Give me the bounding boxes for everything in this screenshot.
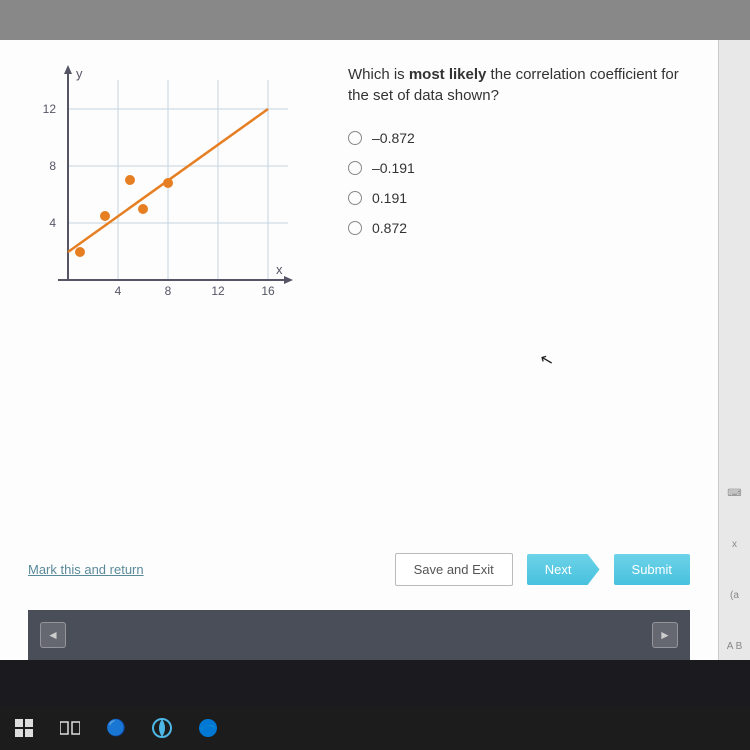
svg-text:8: 8 — [165, 284, 172, 298]
side-label-ab: A B — [727, 641, 743, 652]
question-area: y x 12 8 4 4 8 12 16 — [28, 60, 690, 535]
chart-svg: y x 12 8 4 4 8 12 16 — [28, 60, 308, 320]
data-point — [125, 175, 135, 185]
svg-text:4: 4 — [115, 284, 122, 298]
content-wrapper: y x 12 8 4 4 8 12 16 — [0, 40, 750, 660]
app-icon-2[interactable] — [150, 716, 174, 740]
y-axis-label: y — [76, 66, 83, 81]
option-label: 0.191 — [372, 190, 407, 206]
data-point — [75, 247, 85, 257]
task-view-icon[interactable] — [58, 716, 82, 740]
data-point — [100, 211, 110, 221]
answer-options: –0.872 –0.191 0.191 0.872 — [348, 130, 690, 236]
action-buttons: Save and Exit Next Submit — [395, 553, 690, 586]
option-b[interactable]: –0.191 — [348, 160, 690, 176]
option-d[interactable]: 0.872 — [348, 220, 690, 236]
app-icon-1[interactable]: 🔵 — [104, 716, 128, 740]
cursor-icon: ↖ — [538, 349, 556, 372]
svg-text:16: 16 — [261, 284, 275, 298]
option-label: –0.872 — [372, 130, 415, 146]
data-point — [163, 178, 173, 188]
side-label-x: x — [732, 539, 737, 550]
radio-icon — [348, 131, 362, 145]
radio-icon — [348, 221, 362, 235]
svg-text:8: 8 — [49, 159, 56, 173]
browser-toolbar — [0, 0, 750, 40]
side-keyboard-icon[interactable]: ⌨ — [727, 488, 741, 499]
nav-strip: ◄ ► — [28, 610, 690, 660]
main-panel: y x 12 8 4 4 8 12 16 — [0, 40, 718, 660]
right-side-panel: ⌨ x (a A B — [718, 40, 750, 660]
save-exit-button[interactable]: Save and Exit — [395, 553, 513, 586]
data-point — [138, 204, 148, 214]
side-label-a: (a — [730, 590, 739, 601]
option-label: 0.872 — [372, 220, 407, 236]
edge-icon[interactable] — [196, 716, 220, 740]
radio-icon — [348, 191, 362, 205]
next-button[interactable]: Next — [527, 554, 600, 585]
nav-next-button[interactable]: ► — [652, 622, 678, 648]
submit-button[interactable]: Submit — [614, 554, 690, 585]
option-a[interactable]: –0.872 — [348, 130, 690, 146]
option-c[interactable]: 0.191 — [348, 190, 690, 206]
radio-icon — [348, 161, 362, 175]
bottom-bar: Mark this and return Save and Exit Next … — [28, 535, 690, 610]
taskbar: 🔵 — [0, 706, 750, 750]
question-block: Which is most likely the correlation coe… — [348, 60, 690, 535]
svg-text:12: 12 — [211, 284, 225, 298]
start-icon[interactable] — [12, 716, 36, 740]
scatter-chart: y x 12 8 4 4 8 12 16 — [28, 60, 308, 320]
x-axis-label: x — [276, 262, 283, 277]
question-prompt: Which is most likely the correlation coe… — [348, 64, 690, 106]
svg-text:4: 4 — [49, 216, 56, 230]
nav-prev-button[interactable]: ◄ — [40, 622, 66, 648]
mark-return-link[interactable]: Mark this and return — [28, 562, 144, 577]
option-label: –0.191 — [372, 160, 415, 176]
svg-text:12: 12 — [43, 102, 57, 116]
